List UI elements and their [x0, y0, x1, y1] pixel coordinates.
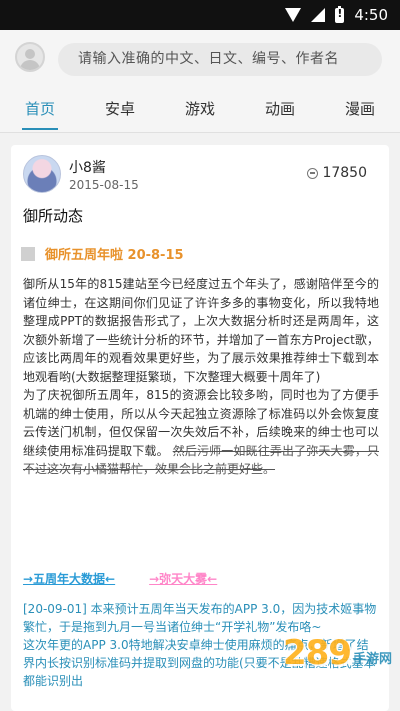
top-header: 请输入准确的中文、日文、编号、作者名 [0, 30, 400, 88]
post-title: 御所动态 [23, 207, 84, 225]
author-name[interactable]: 小8酱 [69, 157, 106, 177]
post-body-text: 御所从15年的815建站至今已经度过五个年头了，感谢陪伴至今的诸位绅士，在这期间… [23, 277, 379, 458]
tab-android[interactable]: 安卓 [80, 88, 160, 132]
fog-link[interactable]: →弥天大雾← [149, 570, 217, 587]
site-watermark: 289 手游网 [283, 633, 392, 673]
tab-home[interactable]: 首页 [0, 88, 80, 132]
view-count-value: 17850 [322, 165, 367, 181]
views-icon [307, 167, 319, 179]
user-avatar-icon[interactable] [15, 42, 45, 72]
signal-icon [311, 8, 326, 22]
view-count: 17850 [307, 165, 367, 181]
tab-anime[interactable]: 动画 [240, 88, 320, 132]
wifi-icon [285, 8, 302, 22]
anniversary-data-link[interactable]: →五周年大数据← [23, 570, 115, 587]
watermark-text: 手游网 [352, 652, 392, 667]
quote-bar [21, 246, 35, 261]
post-links: →五周年大数据← →弥天大雾← [23, 570, 379, 587]
tab-games[interactable]: 游戏 [160, 88, 240, 132]
status-bar: 4:50 [0, 0, 400, 30]
subheading-text: 御所五周年啦 20-8-15 [45, 248, 184, 263]
battery-icon [335, 5, 345, 23]
post-subheading: 御所五周年啦 20-8-15 [21, 244, 184, 263]
author-avatar[interactable] [23, 155, 61, 193]
watermark-logo: 289 [283, 633, 352, 673]
status-time: 4:50 [354, 6, 388, 24]
post-body: 御所从15年的815建站至今已经度过五个年头了，感谢陪伴至今的诸位绅士，在这期间… [23, 275, 379, 479]
search-placeholder: 请输入准确的中文、日文、编号、作者名 [78, 51, 339, 67]
search-input[interactable]: 请输入准确的中文、日文、编号、作者名 [58, 43, 382, 76]
post-card[interactable]: 小8酱 2015-08-15 17850 御所动态 御所五周年啦 20-8-15… [11, 145, 389, 711]
post-date: 2015-08-15 [69, 178, 139, 192]
tab-manga[interactable]: 漫画 [320, 88, 400, 132]
category-tabs: 首页 安卓 游戏 动画 漫画 [0, 88, 400, 133]
